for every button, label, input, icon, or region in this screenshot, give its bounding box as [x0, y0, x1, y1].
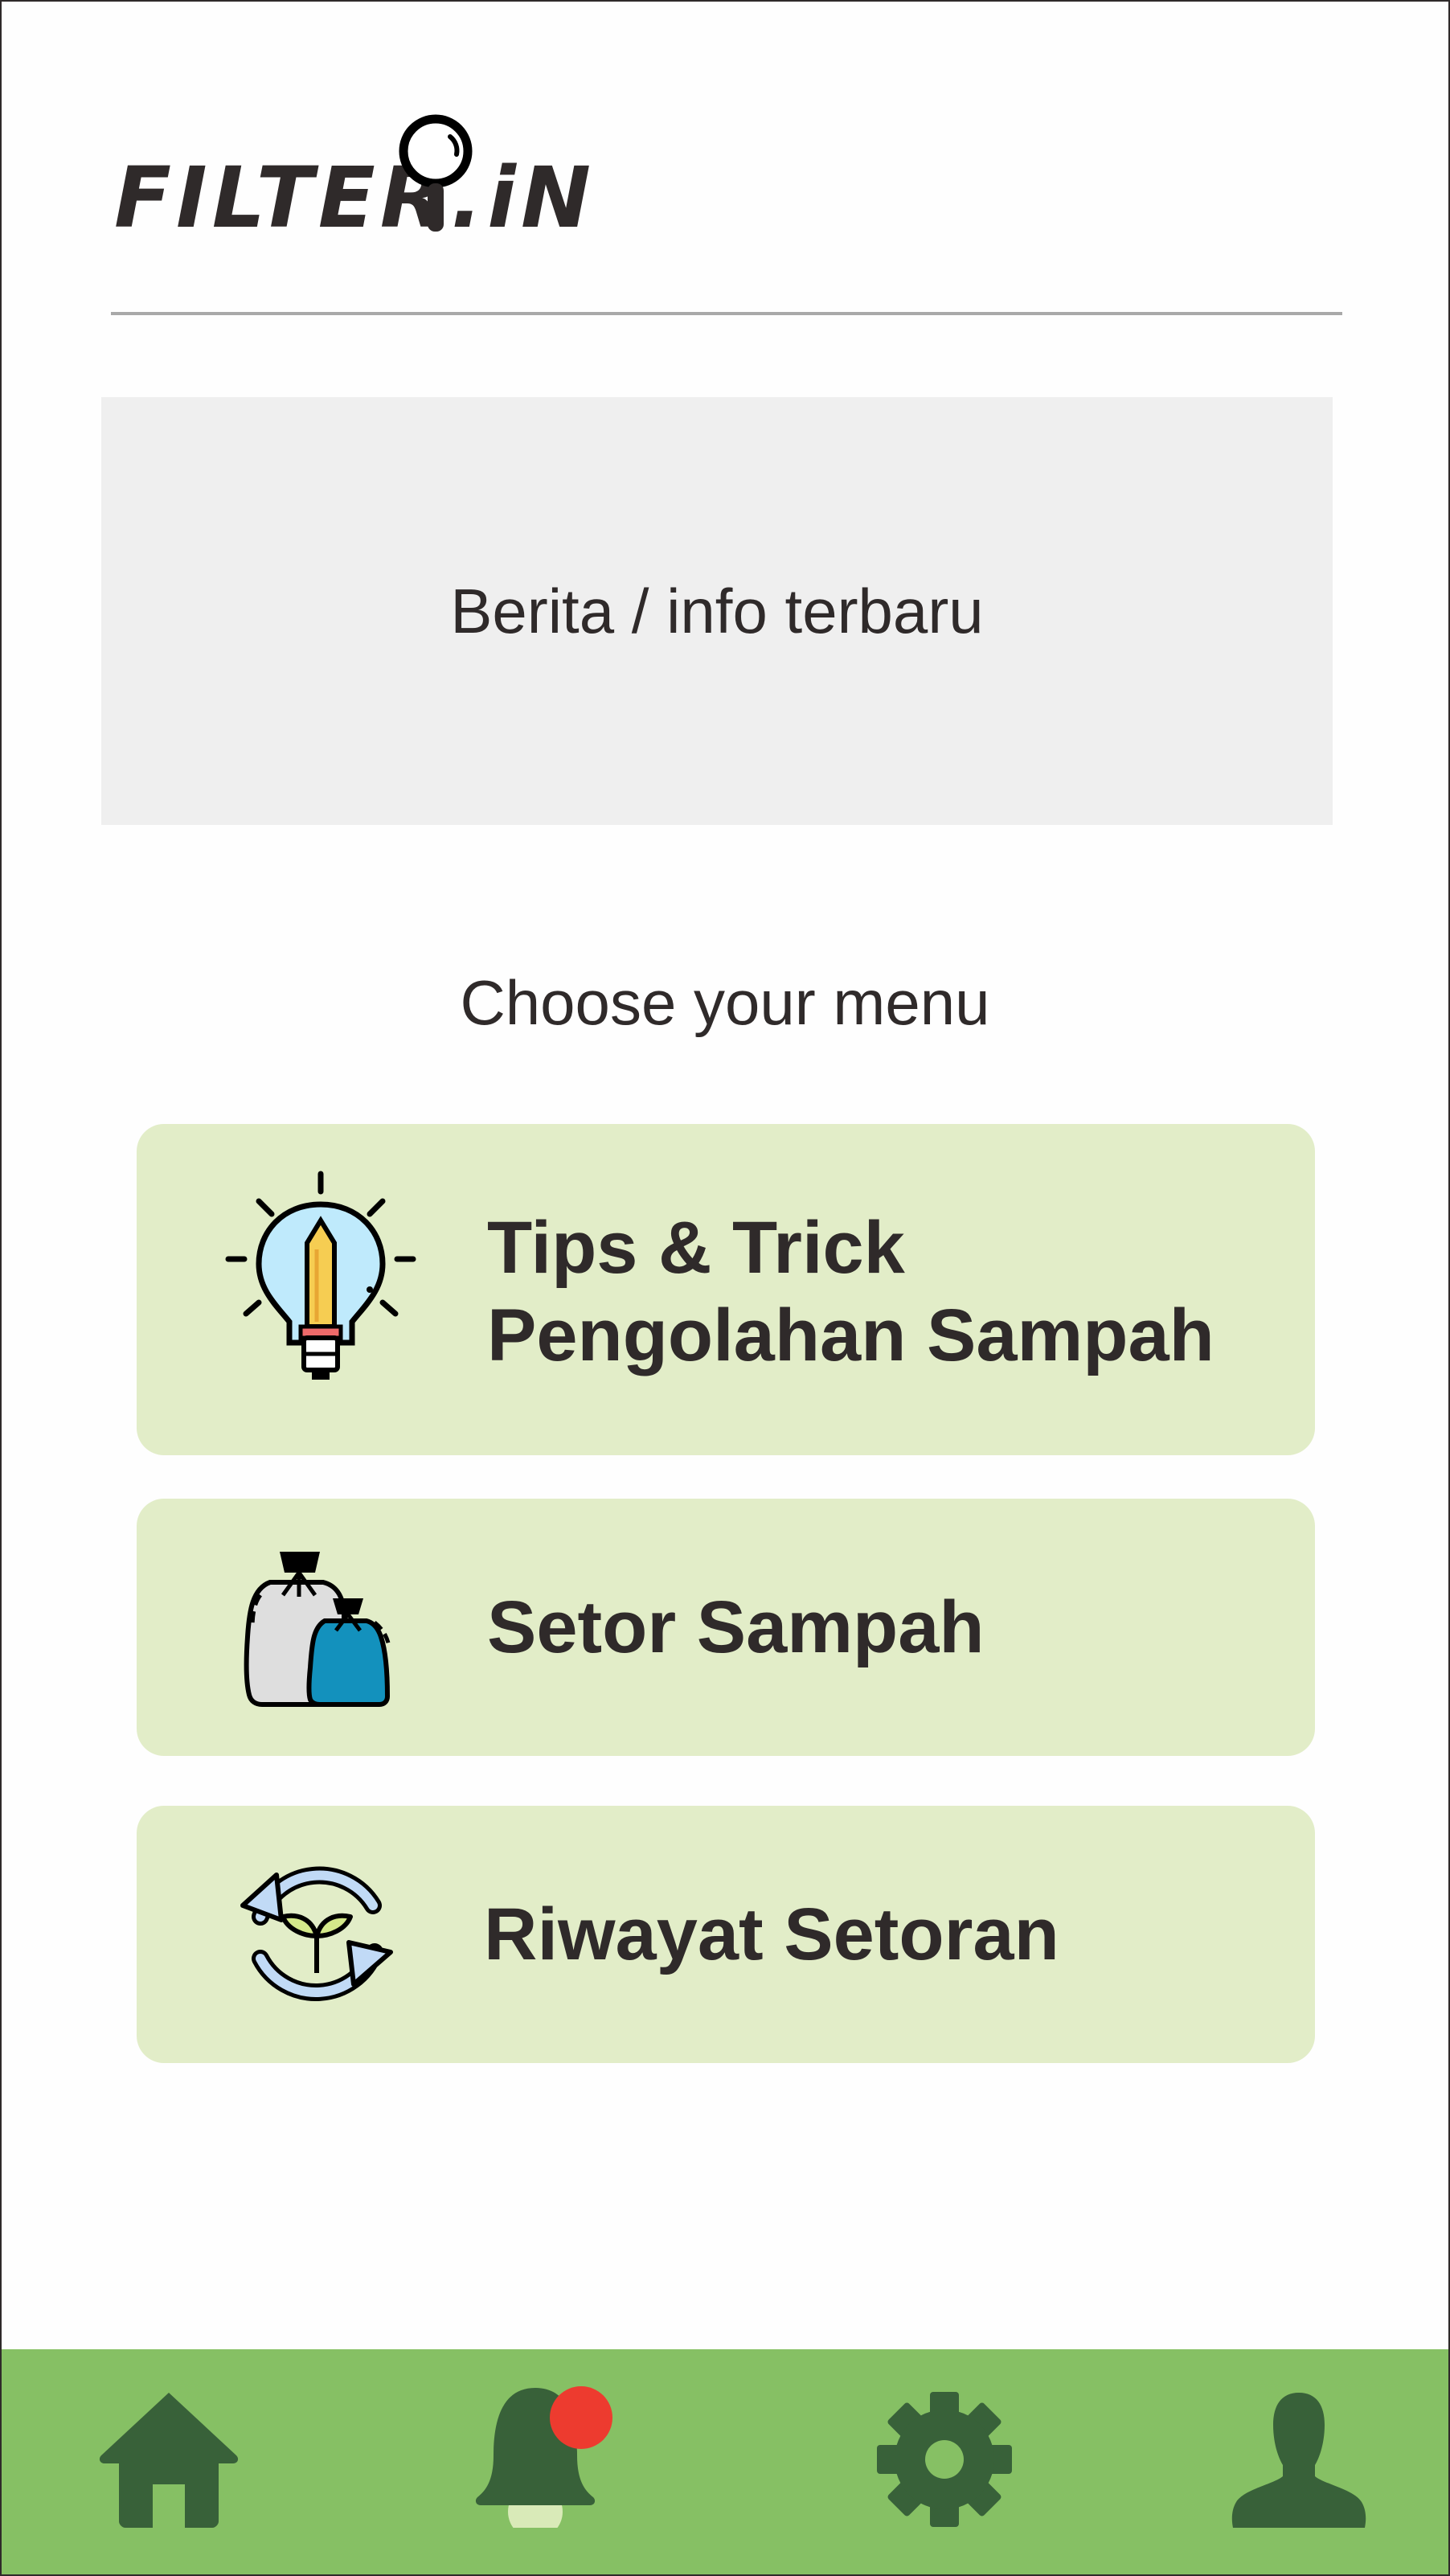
menu-card-tips-trick[interactable]: Tips & Trick Pengolahan Sampah [137, 1124, 1315, 1455]
garbage-bags-icon [244, 1552, 391, 1707]
notifications-button[interactable] [474, 2386, 621, 2528]
user-icon[interactable] [1230, 2393, 1368, 2531]
recycle-sprout-icon [240, 1866, 393, 2001]
gear-icon[interactable] [876, 2391, 1013, 2528]
app-screen: FILTER.iN Berita / info terbaru Choose y… [0, 0, 1450, 2576]
bottom-navigation-bar [2, 2349, 1448, 2574]
magnifier-icon [399, 114, 473, 232]
app-logo: FILTER.iN [114, 114, 591, 243]
lightbulb-pencil-icon [225, 1171, 416, 1380]
menu-card-title-line1: Tips & Trick [487, 1207, 905, 1289]
menu-card-title: Setor Sampah [487, 1586, 985, 1668]
home-icon[interactable] [96, 2389, 241, 2528]
menu-card-title: Riwayat Setoran [484, 1893, 1059, 1975]
menu-card-setor-sampah[interactable]: Setor Sampah [137, 1499, 1315, 1756]
news-placeholder-text: Berita / info terbaru [450, 575, 984, 646]
menu-card-title-line2: Pengolahan Sampah [487, 1294, 1214, 1376]
menu-card-title: Tips & Trick Pengolahan Sampah [487, 1204, 1214, 1379]
notification-badge [550, 2386, 612, 2449]
menu-heading: Choose your menu [460, 967, 990, 1038]
menu-card-riwayat-setoran[interactable]: Riwayat Setoran [137, 1806, 1315, 2063]
logo-text: FILTER.iN [114, 149, 596, 247]
news-banner[interactable]: Berita / info terbaru [101, 397, 1333, 825]
header-divider [111, 312, 1342, 315]
